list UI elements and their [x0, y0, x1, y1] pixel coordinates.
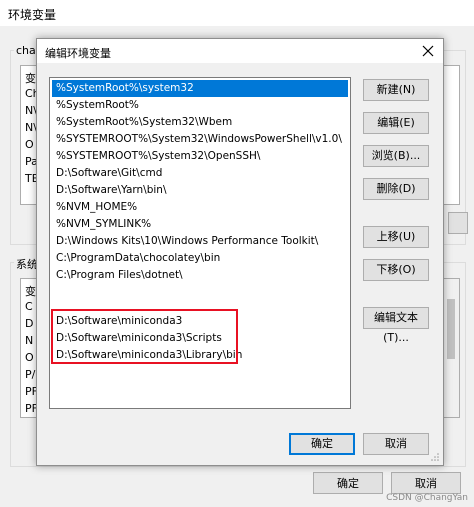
- path-item[interactable]: C:\ProgramData\chocolatey\bin: [52, 250, 348, 267]
- path-item[interactable]: %NVM_SYMLINK%: [52, 216, 348, 233]
- watermark: CSDN @ChangYan: [386, 493, 468, 503]
- new-button[interactable]: 新建(N): [363, 79, 429, 101]
- edit-environment-variable-dialog: 编辑环境变量 %SystemRoot%\system32 %SystemRoot…: [36, 38, 444, 466]
- edit-text-button[interactable]: 编辑文本(T)...: [363, 307, 429, 344]
- dialog-titlebar: 编辑环境变量: [37, 39, 443, 63]
- path-item[interactable]: D:\Software\Yarn\bin\: [52, 182, 348, 199]
- cancel-button[interactable]: 取消: [363, 433, 429, 455]
- list-item[interactable]: D: [25, 317, 33, 330]
- edit-button[interactable]: 编辑(E): [363, 112, 429, 134]
- system-list-scrollbar[interactable]: [443, 279, 459, 417]
- path-item[interactable]: %SYSTEMROOT%\System32\WindowsPowerShell\…: [52, 131, 348, 148]
- browse-button[interactable]: 浏览(B)...: [363, 145, 429, 167]
- delete-button[interactable]: 删除(D): [363, 178, 429, 200]
- path-item[interactable]: D:\Windows Kits\10\Windows Performance T…: [52, 233, 348, 250]
- bg-window-title: 环境变量: [8, 8, 57, 22]
- ok-button[interactable]: 确定: [289, 433, 355, 455]
- resize-grip-icon[interactable]: [430, 452, 440, 462]
- path-item[interactable]: %NVM_HOME%: [52, 199, 348, 216]
- close-icon[interactable]: [419, 42, 437, 60]
- list-item[interactable]: C: [25, 300, 33, 313]
- list-item[interactable]: O: [25, 351, 34, 364]
- path-item[interactable]: D:\Software\Git\cmd: [52, 165, 348, 182]
- list-item: 变: [25, 285, 36, 298]
- move-down-button[interactable]: 下移(O): [363, 259, 429, 281]
- bg-cancel-button[interactable]: 取消: [391, 472, 461, 494]
- list-item[interactable]: P/: [25, 368, 35, 381]
- path-item[interactable]: %SYSTEMROOT%\System32\OpenSSH\: [52, 148, 348, 165]
- bg-titlebar: 环境变量: [0, 0, 474, 26]
- path-item[interactable]: C:\Program Files\dotnet\: [52, 267, 348, 284]
- list-item: 变: [25, 72, 36, 85]
- user-vars-button[interactable]: [448, 212, 468, 234]
- highlight-box: [51, 309, 238, 364]
- list-item[interactable]: N: [25, 334, 33, 347]
- list-item[interactable]: O: [25, 138, 34, 151]
- dialog-title: 编辑环境变量: [45, 47, 111, 60]
- path-item[interactable]: %SystemRoot%\System32\Wbem: [52, 114, 348, 131]
- path-item[interactable]: %SystemRoot%\system32: [52, 80, 348, 97]
- scrollbar-thumb[interactable]: [447, 299, 455, 359]
- move-up-button[interactable]: 上移(U): [363, 226, 429, 248]
- path-item[interactable]: %SystemRoot%: [52, 97, 348, 114]
- bg-ok-button[interactable]: 确定: [313, 472, 383, 494]
- path-list[interactable]: %SystemRoot%\system32 %SystemRoot% %Syst…: [49, 77, 351, 409]
